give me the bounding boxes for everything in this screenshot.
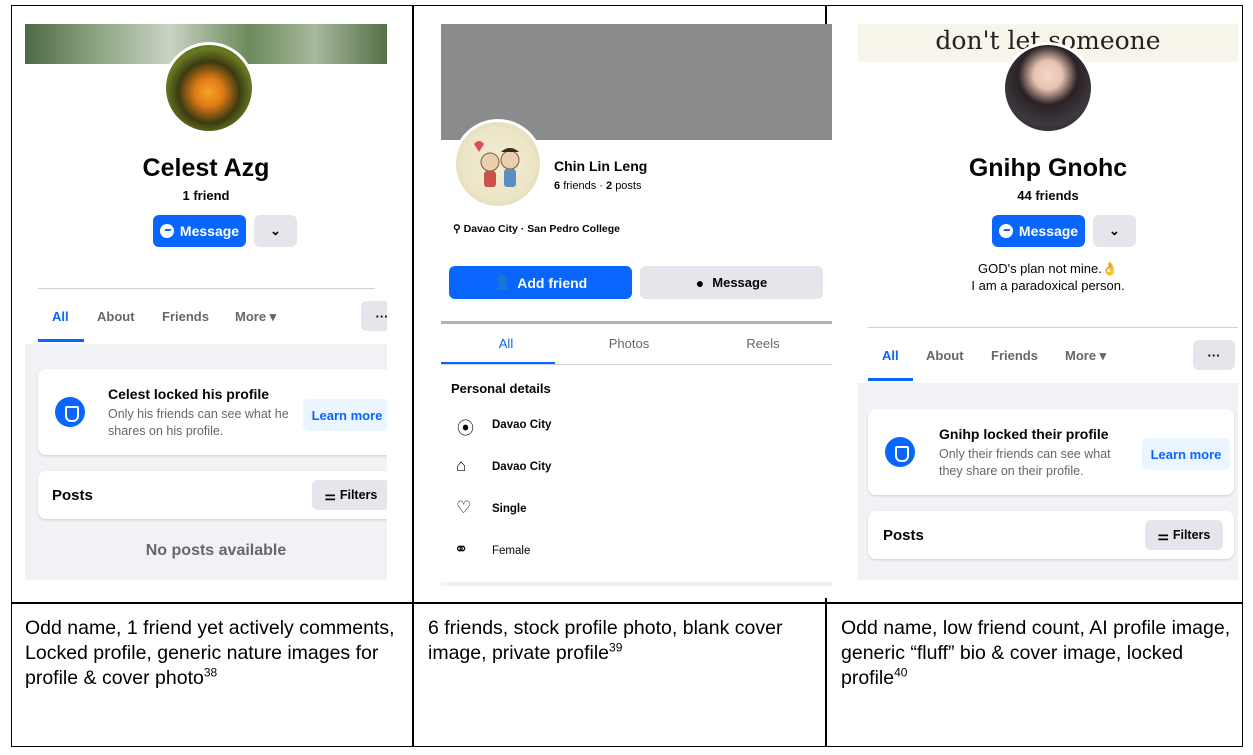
lock-title: Gnihp locked their profile [939, 426, 1109, 442]
tab-about[interactable]: About [926, 348, 964, 363]
more-options-button[interactable]: ⌄ [1093, 215, 1136, 247]
home-icon: ⌂ [456, 456, 467, 475]
location-school-line: ⚲ Davao City · San Pedro College [453, 223, 620, 235]
profile-stats: 6 friends · 2 posts [554, 180, 642, 192]
add-person-icon: 👤 [493, 274, 512, 290]
gender-icon: ⚭ [454, 540, 469, 559]
bio-line-2: I am a paradoxical person. [971, 278, 1125, 293]
tab-all[interactable]: All [52, 309, 69, 324]
comparison-table: Celest Azg 1 friend Message ⌄ All About … [11, 5, 1243, 747]
profile-screenshot-chin: Chin Lin Leng 6 friends · 2 posts ⚲ Dava… [441, 24, 832, 598]
messenger-icon: ● [695, 274, 705, 291]
profile-name: Celest Azg [142, 154, 270, 182]
profile-avatar[interactable] [163, 42, 255, 134]
ellipsis-icon: ··· [1207, 347, 1221, 363]
profile-avatar[interactable] [1002, 42, 1094, 134]
message-button[interactable]: Message [992, 215, 1085, 247]
sliders-icon: ⚌ [324, 488, 336, 503]
message-button[interactable]: ● Message [640, 266, 823, 299]
column-divider [412, 6, 414, 746]
filters-button[interactable]: ⚌ Filters [1145, 520, 1223, 550]
tab-more[interactable]: More ▾ [235, 309, 276, 325]
profile-avatar[interactable] [453, 119, 543, 209]
posts-heading: Posts [52, 487, 93, 504]
profile-screenshot-celest: Celest Azg 1 friend Message ⌄ All About … [25, 24, 387, 580]
active-tab-indicator [38, 339, 84, 342]
detail-row: Female [492, 545, 531, 557]
tab-friends[interactable]: Friends [162, 309, 209, 324]
active-tab-indicator [868, 378, 913, 381]
chevron-down-icon: ⌄ [1109, 223, 1120, 238]
shield-icon [55, 397, 85, 427]
learn-more-button[interactable]: Learn more [1142, 438, 1230, 470]
posts-card: Posts ⚌ Filters [38, 471, 387, 519]
location-pin-icon: ⦿ [457, 419, 474, 438]
lock-desc-line1: Only his friends can see what he [108, 407, 289, 421]
messenger-icon [998, 224, 1013, 238]
chevron-down-icon: ⌄ [270, 223, 281, 238]
tab-friends[interactable]: Friends [991, 348, 1038, 363]
friend-count: 1 friend [182, 188, 230, 203]
shield-icon [885, 437, 915, 467]
lock-title: Celest locked his profile [108, 386, 270, 402]
profile-screenshot-gnihp: don't let someone Gnihp Gnohc 44 friends… [858, 24, 1238, 580]
messenger-icon [159, 224, 174, 238]
divider [441, 321, 832, 324]
lock-desc-line2: shares on his profile. [108, 424, 224, 438]
tab-all[interactable]: All [449, 336, 563, 351]
locked-profile-card: Celest locked his profile Only his frien… [38, 369, 387, 455]
ellipsis-button[interactable]: ··· [361, 301, 387, 331]
ellipsis-icon: ··· [375, 308, 388, 324]
filters-button[interactable]: ⚌ Filters [312, 480, 387, 510]
detail-row: Davao City [492, 419, 552, 431]
section-title: Personal details [451, 381, 551, 396]
tab-reels[interactable]: Reels [706, 336, 820, 351]
no-posts-message: No posts available [145, 542, 287, 559]
caption-2: 6 friends, stock profile photo, blank co… [428, 617, 783, 664]
divider [868, 327, 1238, 328]
more-options-button[interactable]: ⌄ [254, 215, 297, 247]
learn-more-button[interactable]: Learn more [303, 399, 387, 431]
tab-more[interactable]: More ▾ [1065, 348, 1106, 364]
locked-profile-card: Gnihp locked their profile Only their fr… [868, 409, 1234, 495]
lock-desc-line1: Only their friends can see what [939, 447, 1111, 461]
friend-count: 44 friends [1017, 188, 1079, 203]
divider [441, 582, 832, 586]
profile-name: Gnihp Gnohc [968, 154, 1128, 182]
caption-3: Odd name, low friend count, AI profile i… [841, 617, 1231, 689]
divider [441, 364, 832, 365]
row-divider [12, 602, 1242, 604]
detail-row: Davao City [492, 461, 552, 473]
location-pin-icon: ⚲ [453, 223, 461, 235]
tab-all[interactable]: All [882, 348, 899, 363]
message-button[interactable]: Message [153, 215, 246, 247]
tab-about[interactable]: About [97, 309, 135, 324]
lock-desc-line2: they share on their profile. [939, 464, 1084, 478]
divider [38, 288, 375, 289]
posts-heading: Posts [883, 527, 924, 544]
caption-1: Odd name, 1 friend yet actively comments… [25, 617, 395, 689]
profile-name: Chin Lin Leng [554, 158, 648, 174]
detail-row: Single [492, 503, 527, 515]
add-friend-button[interactable]: 👤 Add friend [449, 266, 632, 299]
tab-photos[interactable]: Photos [572, 336, 686, 351]
heart-icon: ♡ [456, 498, 472, 517]
posts-card: Posts ⚌ Filters [868, 511, 1234, 559]
bio-line-1: GOD's plan not mine.👌 [977, 261, 1119, 276]
cartoon-couple-icon [474, 141, 520, 187]
sliders-icon: ⚌ [1157, 528, 1169, 543]
ellipsis-button[interactable]: ··· [1193, 340, 1235, 370]
